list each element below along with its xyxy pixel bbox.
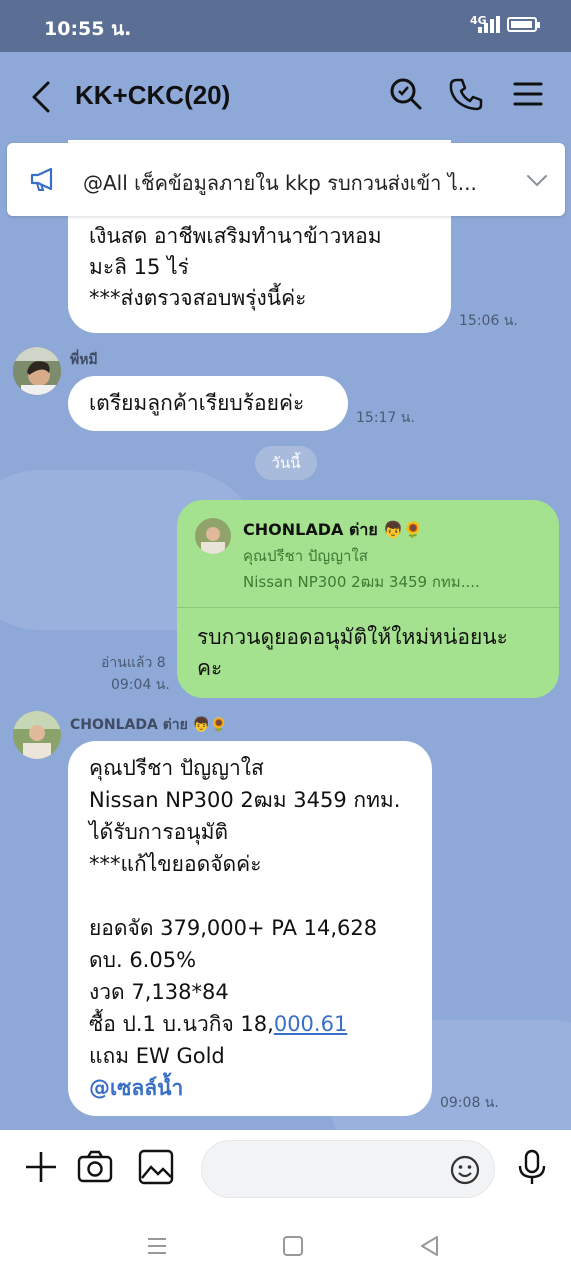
avatar <box>195 518 231 554</box>
message-time: 09:04 น. <box>111 677 170 693</box>
mention-link[interactable]: @เซลล์น้ำ <box>89 1072 400 1104</box>
message-time: 09:08 น. <box>440 1095 499 1111</box>
phone-number-link[interactable]: 000.61 <box>274 1012 347 1036</box>
hamburger-menu-icon[interactable] <box>510 76 546 112</box>
reply-bubble[interactable]: CHONLADA ต่าย 👦🌻 คุณปรีชา ปัญญาใส Nissan… <box>177 500 559 698</box>
message-line: รบกวนดูยอดอนุมัติให้ใหม่หน่อยนะ <box>197 625 508 649</box>
avatar[interactable] <box>13 711 61 759</box>
message-time: 15:06 น. <box>459 313 518 329</box>
image-icon[interactable] <box>137 1148 175 1186</box>
message-line: เงินสด อาชีพเสริมทำนาข้าวหอม <box>89 224 382 248</box>
message-time: 15:17 น. <box>356 410 415 426</box>
message-line: ได้รับการอนุมัติ <box>89 820 229 844</box>
home-icon[interactable] <box>279 1232 307 1260</box>
message-input[interactable] <box>201 1140 495 1198</box>
microphone-icon[interactable] <box>513 1148 551 1186</box>
message-line: คะ <box>197 656 223 680</box>
message-line: งวด 7,138*84 <box>89 980 229 1004</box>
message-line: Nissan NP300 2ฒม 3459 กทม. <box>89 788 401 812</box>
phone-icon[interactable] <box>448 76 484 112</box>
chevron-down-icon[interactable] <box>525 171 549 189</box>
chat-header: KK+CKC(20) <box>0 52 571 140</box>
megaphone-icon <box>30 167 53 191</box>
message-input-bar <box>0 1130 571 1210</box>
message-line: ยอดจัด 379,000+ PA 14,628 <box>89 916 378 940</box>
recents-icon[interactable] <box>143 1232 171 1260</box>
message-line: แถม EW Gold <box>89 1044 225 1068</box>
date-divider: วันนี้ <box>255 446 317 480</box>
message-line: ดบ. 6.05% <box>89 948 197 972</box>
message-text: เตรียมลูกค้าเรียบร้อยค่ะ <box>89 391 305 415</box>
message-text: ซื้อ ป.1 บ.นวกิจ 18, <box>89 1012 274 1036</box>
sender-name: พี่หมี <box>70 352 98 368</box>
quoted-text: Nissan NP300 2ฒม 3459 กทม.... <box>243 573 480 591</box>
chevron-left-icon[interactable] <box>28 80 54 114</box>
profile-photo <box>13 711 61 759</box>
status-time: 10:55 น. <box>44 18 132 40</box>
plus-icon[interactable] <box>22 1148 60 1186</box>
status-bar: 10:55 น. 4G <box>0 0 571 52</box>
message-line: มะลิ 15 ไร่ <box>89 255 189 279</box>
chat-title: KK+CKC(20) <box>75 80 231 110</box>
message-line: ***ส่งตรวจสอบพรุ่งนี้ค่ะ <box>89 286 307 310</box>
quote-divider <box>177 607 559 608</box>
chat-history[interactable]: เงินสด อาชีพเสริมทำนาข้าวหอม มะลิ 15 ไร่… <box>0 140 571 1130</box>
read-receipt: อ่านแล้ว 8 <box>101 655 166 671</box>
avatar[interactable] <box>13 347 61 395</box>
message-bubble[interactable]: เตรียมลูกค้าเรียบร้อยค่ะ <box>68 376 348 431</box>
message-line: ซื้อ ป.1 บ.นวกิจ 18,000.61 <box>89 1008 400 1040</box>
signal-icon <box>478 16 500 33</box>
sender-name: CHONLADA ต่าย 👦🌻 <box>70 717 228 733</box>
camera-icon[interactable] <box>76 1148 114 1186</box>
message-line <box>89 880 400 912</box>
battery-icon <box>507 17 540 32</box>
message-line: คุณปรีชา ปัญญาใส <box>89 756 264 780</box>
message-bubble[interactable]: คุณปรีชา ปัญญาใส Nissan NP300 2ฒม 3459 ก… <box>68 741 432 1116</box>
profile-photo <box>195 518 231 554</box>
announcement-text: @All เช็คข้อมูลภายใน kkp รบกวนส่งเข้า ไ.… <box>83 171 477 195</box>
profile-photo <box>13 347 61 395</box>
system-nav-bar <box>0 1210 571 1280</box>
emoji-icon[interactable] <box>449 1154 481 1186</box>
announcement-banner[interactable]: @All เช็คข้อมูลภายใน kkp รบกวนส่งเข้า ไ.… <box>7 143 565 216</box>
search-icon[interactable] <box>388 76 424 112</box>
back-icon[interactable] <box>416 1232 444 1260</box>
message-line: ***แก้ไขยอดจัดค่ะ <box>89 852 262 876</box>
